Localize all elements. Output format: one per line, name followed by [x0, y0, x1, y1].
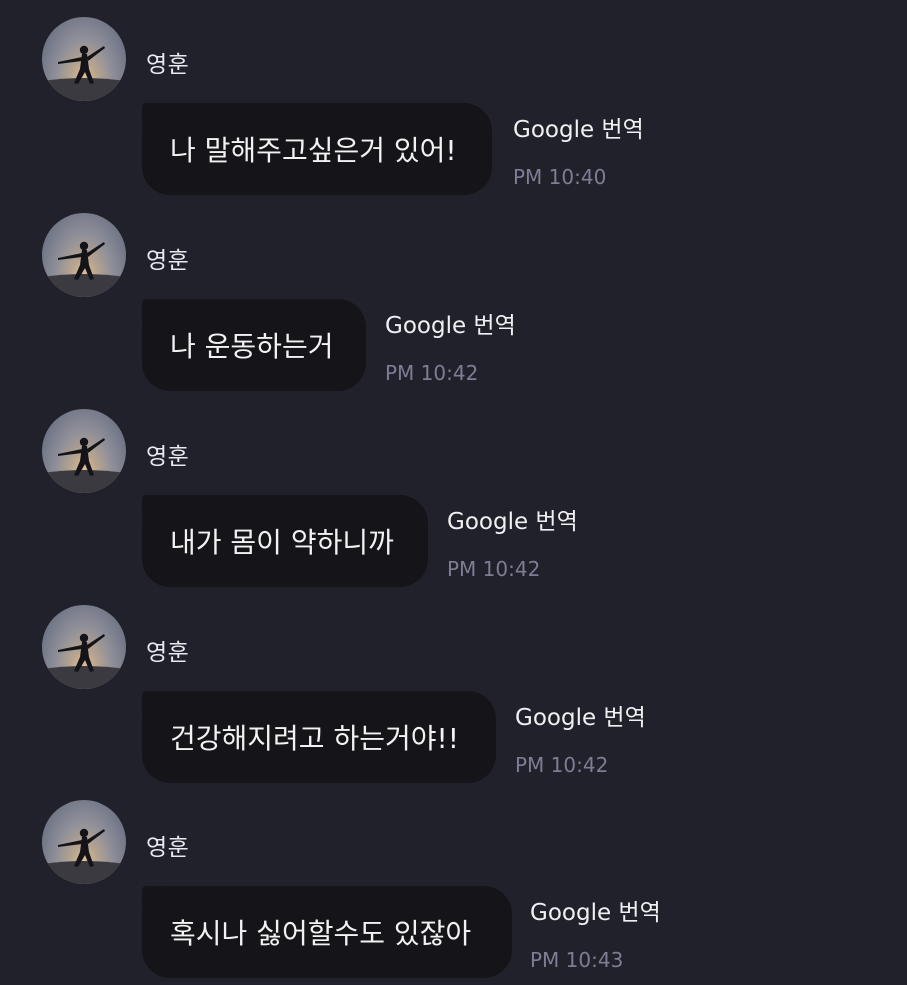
message-text: 건강해지려고 하는거야!! — [170, 722, 459, 755]
message-timestamp: PM 10:42 — [447, 557, 541, 581]
google-translate-link[interactable]: Google 번역 — [515, 698, 646, 732]
message-timestamp: PM 10:42 — [385, 361, 479, 385]
person-silhouette-icon — [42, 437, 126, 493]
avatar[interactable] — [42, 213, 126, 297]
google-translate-link[interactable]: Google 번역 — [385, 306, 516, 340]
sender-name: 영훈 — [146, 835, 190, 861]
message-timestamp: PM 10:42 — [515, 753, 609, 777]
message-bubble[interactable]: 나 운동하는거 — [142, 299, 366, 391]
person-silhouette-icon — [42, 633, 126, 689]
message-timestamp: PM 10:40 — [513, 165, 607, 189]
person-silhouette-icon — [42, 241, 126, 297]
message-text: 나 운동하는거 — [170, 330, 334, 363]
google-translate-link[interactable]: Google 번역 — [513, 110, 644, 144]
message-row: 영훈 내가 몸이 약하니까 Google 번역 PM 10:42 — [0, 392, 907, 588]
message-row: 영훈 나 말해주고싶은거 있어! Google 번역 PM 10:40 — [0, 0, 907, 196]
avatar[interactable] — [42, 17, 126, 101]
message-text: 혹시나 싫어할수도 있잖아 — [170, 917, 472, 950]
person-silhouette-icon — [42, 828, 126, 884]
avatar[interactable] — [42, 409, 126, 493]
sender-name: 영훈 — [146, 444, 190, 470]
message-bubble[interactable]: 나 말해주고싶은거 있어! — [142, 103, 492, 195]
message-bubble[interactable]: 건강해지려고 하는거야!! — [142, 691, 496, 783]
message-row: 영훈 건강해지려고 하는거야!! Google 번역 PM 10:42 — [0, 588, 907, 784]
sender-name: 영훈 — [146, 640, 190, 666]
message-text: 나 말해주고싶은거 있어! — [170, 134, 457, 167]
message-text: 내가 몸이 약하니까 — [170, 526, 394, 559]
message-bubble[interactable]: 내가 몸이 약하니까 — [142, 495, 428, 587]
google-translate-link[interactable]: Google 번역 — [447, 502, 578, 536]
person-silhouette-icon — [42, 45, 126, 101]
sender-name: 영훈 — [146, 248, 190, 274]
chat-thread: 영훈 나 말해주고싶은거 있어! Google 번역 PM 10:40 영훈 나… — [0, 0, 907, 985]
google-translate-link[interactable]: Google 번역 — [530, 893, 661, 927]
avatar[interactable] — [42, 800, 126, 884]
avatar[interactable] — [42, 605, 126, 689]
message-row: 영훈 혹시나 싫어할수도 있잖아 Google 번역 PM 10:43 — [0, 783, 907, 979]
message-row: 영훈 나 운동하는거 Google 번역 PM 10:42 — [0, 196, 907, 392]
message-timestamp: PM 10:43 — [530, 948, 624, 972]
sender-name: 영훈 — [146, 52, 190, 78]
message-bubble[interactable]: 혹시나 싫어할수도 있잖아 — [142, 886, 512, 978]
